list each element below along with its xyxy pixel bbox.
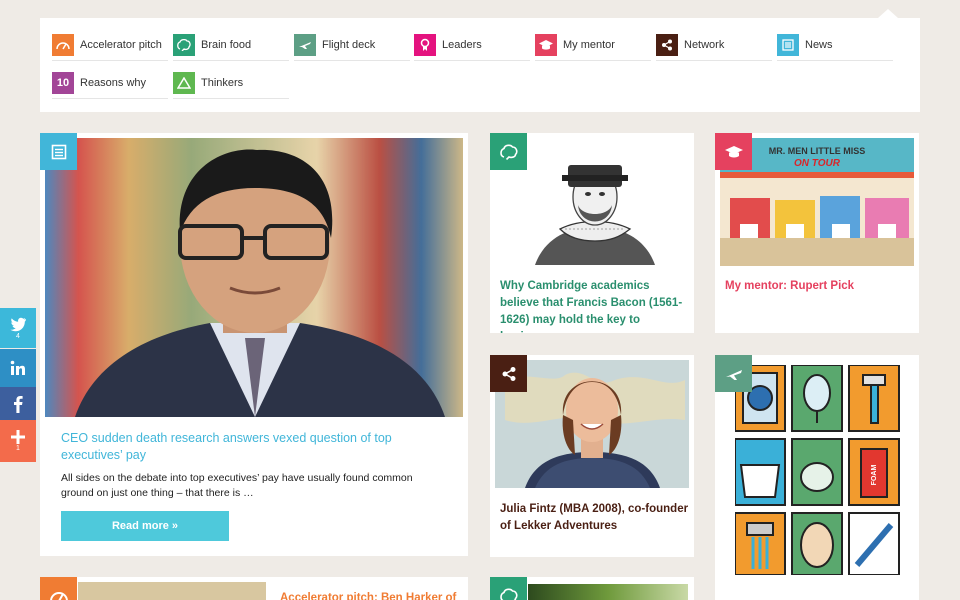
ceo-portrait-photo <box>45 138 463 417</box>
article-card-accelerator-pitch[interactable]: Accelerator pitch: Ben Harker of <box>40 577 468 600</box>
linkedin-share-button[interactable] <box>0 349 36 387</box>
article-card-flight-deck[interactable]: FOAM <box>715 355 919 600</box>
airplane-icon <box>725 369 742 380</box>
brain-food-article-photo <box>528 584 688 600</box>
shop-sign-top: MR. MEN LITTLE MISS <box>769 146 866 156</box>
twitter-icon <box>10 317 26 331</box>
article-card-network[interactable]: Julia Fintz (MBA 2008), co-founder of Le… <box>490 355 694 557</box>
facebook-icon <box>14 395 23 413</box>
menu-item-accelerator-pitch[interactable]: Accelerator pitch <box>52 29 168 61</box>
menu-item-label: Flight deck <box>322 38 376 51</box>
rosette-icon <box>414 33 436 56</box>
speedometer-icon <box>49 591 68 600</box>
category-menu: Accelerator pitch Brain food Flight deck… <box>40 9 920 112</box>
article-title[interactable]: Julia Fintz (MBA 2008), co-founder of Le… <box>500 501 690 535</box>
menu-item-thinkers[interactable]: Thinkers <box>173 67 289 99</box>
plus-icon <box>11 430 25 444</box>
triangle-icon <box>173 71 195 94</box>
menu-item-leaders[interactable]: Leaders <box>414 29 530 61</box>
menu-item-news[interactable]: News <box>777 29 893 61</box>
my-mentor-category-tag[interactable] <box>715 133 752 170</box>
feature-article-title[interactable]: CEO sudden death research answers vexed … <box>61 430 441 464</box>
brain-icon <box>499 588 518 600</box>
menu-item-label: Leaders <box>442 38 482 51</box>
read-more-button[interactable]: Read more » <box>61 511 229 541</box>
network-category-tag[interactable] <box>490 355 527 392</box>
accelerator-article-photo <box>78 582 266 600</box>
share-icon <box>502 366 515 381</box>
article-title[interactable]: Accelerator pitch: Ben Harker of <box>280 590 460 600</box>
more-share-button[interactable]: 1 <box>0 420 36 462</box>
menu-item-reasons-why[interactable]: 10 Reasons why <box>52 67 168 99</box>
feature-article-card[interactable]: CEO sudden death research answers vexed … <box>40 133 468 556</box>
airplane-icon <box>294 33 316 56</box>
speedometer-icon <box>52 33 74 56</box>
feature-article-excerpt: All sides on the debate into top executi… <box>61 472 413 499</box>
menu-item-flight-deck[interactable]: Flight deck <box>294 29 410 61</box>
flight-deck-category-tag[interactable] <box>715 355 752 392</box>
graduation-cap-icon <box>535 33 557 56</box>
menu-item-brain-food[interactable]: Brain food <box>173 29 289 61</box>
menu-item-network[interactable]: Network <box>656 29 772 61</box>
menu-item-label: Brain food <box>201 38 252 51</box>
brain-food-category-tag[interactable] <box>490 577 527 600</box>
menu-item-label: Accelerator pitch <box>80 38 162 51</box>
news-category-tag[interactable] <box>40 133 77 170</box>
menu-item-label: Reasons why <box>80 76 147 89</box>
facebook-share-button[interactable] <box>0 387 36 420</box>
article-title[interactable]: Why Cambridge academics believe that Fra… <box>500 278 690 333</box>
shop-sign-bottom: ON TOUR <box>794 158 841 169</box>
brain-icon <box>173 33 195 56</box>
grooming-items-illustration: FOAM <box>735 365 900 575</box>
newspaper-icon <box>51 144 66 159</box>
brain-icon <box>499 144 518 160</box>
article-card-my-mentor[interactable]: MR. MEN LITTLE MISS ON TOUR My mentor: R… <box>715 133 919 333</box>
newspaper-icon <box>777 33 799 56</box>
menu-item-label: News <box>805 38 833 51</box>
menu-item-my-mentor[interactable]: My mentor <box>535 29 651 61</box>
article-card-francis-bacon[interactable]: Why Cambridge academics believe that Fra… <box>490 133 694 333</box>
menu-item-label: Network <box>684 38 725 51</box>
number-ten-icon: 10 <box>52 71 74 94</box>
foam-can-label: FOAM <box>871 465 878 486</box>
menu-item-label: My mentor <box>563 38 615 51</box>
menu-item-label: Thinkers <box>201 76 244 89</box>
francis-bacon-engraving <box>520 137 670 265</box>
linkedin-icon <box>10 360 25 375</box>
brain-food-category-tag[interactable] <box>490 133 527 170</box>
twitter-share-count: 4 <box>16 332 20 340</box>
share-icon <box>656 33 678 56</box>
article-card-brain-food-2[interactable] <box>490 577 694 600</box>
accelerator-pitch-category-tag[interactable] <box>40 577 77 600</box>
more-share-count: 1 <box>16 445 20 452</box>
twitter-share-button[interactable]: 4 <box>0 308 36 348</box>
article-title[interactable]: My mentor: Rupert Pick <box>725 278 915 295</box>
graduation-cap-icon <box>724 145 743 157</box>
